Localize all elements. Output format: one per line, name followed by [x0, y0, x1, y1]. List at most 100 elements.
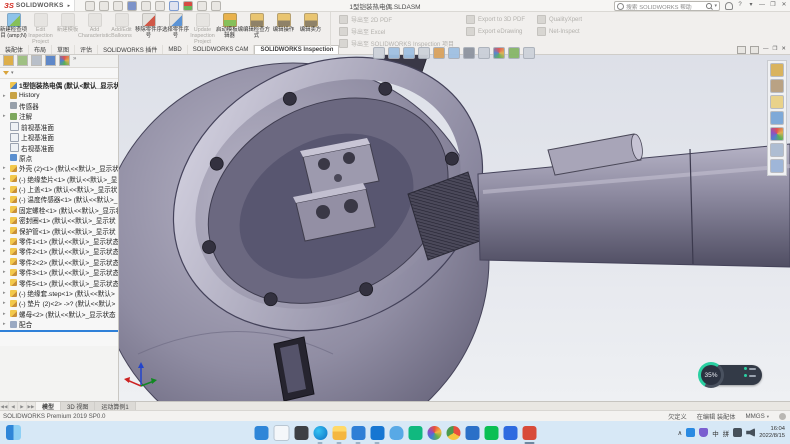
expand-arrow-icon[interactable]: ▸ [3, 280, 8, 286]
volume-icon[interactable] [746, 428, 755, 437]
select-cursor-icon[interactable] [169, 1, 179, 11]
search-taskbar-icon[interactable] [273, 425, 289, 441]
command-tab[interactable]: 草图 [52, 45, 75, 54]
solidworks-logo[interactable]: ЗS SOLIDWORKS ▸ [0, 0, 75, 11]
wechat-icon[interactable] [484, 426, 498, 440]
tree-item[interactable]: ▸(-) 温度传感器<1> (默认<<默认>_ [0, 194, 118, 204]
sheath-pipe[interactable] [478, 144, 790, 267]
edge-icon[interactable] [313, 426, 327, 440]
tree-item[interactable]: ▸密封圈<1> (默认<<默认>_显示状 [0, 215, 118, 225]
ime-language-icon[interactable]: 中 [712, 428, 719, 438]
featuremanager-design-tree-tab[interactable] [3, 55, 14, 66]
restore-button[interactable]: ❐ [769, 0, 777, 11]
start-icon[interactable] [254, 426, 268, 440]
search-icon[interactable] [706, 3, 712, 9]
hidden-icons-chevron[interactable]: ∧ [677, 429, 682, 437]
block-hole[interactable] [318, 158, 330, 170]
solidworks-resources-icon[interactable] [770, 63, 784, 77]
solidworks-taskbar-icon[interactable] [522, 426, 536, 440]
new-document-icon[interactable] [99, 1, 109, 11]
expand-arrow-icon[interactable]: ▸ [3, 228, 8, 234]
tree-item[interactable]: ▸配合 [0, 319, 118, 329]
doc-restore-button[interactable]: ❐ [772, 45, 777, 54]
new-window-icon[interactable] [737, 46, 746, 54]
configurationmanager-tab[interactable] [31, 55, 42, 66]
edit-methods-button[interactable]: 编辑检查方式 [243, 11, 270, 46]
task-view-icon[interactable] [294, 426, 308, 440]
expand-arrow-icon[interactable]: ▸ [3, 113, 8, 119]
graphics-viewport[interactable]: 35% [118, 54, 790, 402]
command-tab[interactable]: SOLIDWORKS CAM [188, 45, 255, 54]
propertymanager-tab[interactable] [17, 55, 28, 66]
expand-arrow-icon[interactable]: ▸ [3, 248, 8, 254]
tree-item[interactable]: ▸保护管<1> (默认<<默认>_显示状 [0, 225, 118, 235]
mail-icon[interactable] [351, 426, 365, 440]
displaymanager-tab[interactable] [59, 55, 70, 66]
zoom-area-icon[interactable] [403, 47, 415, 59]
expand-arrow-icon[interactable]: ▸ [3, 217, 8, 223]
chrome-icon[interactable] [446, 426, 460, 440]
edit-operations-button[interactable]: 编辑操作 [270, 11, 297, 46]
help-caret-icon[interactable]: ▾ [747, 0, 755, 11]
expand-arrow-icon[interactable]: ▸ [3, 196, 8, 202]
expand-arrow-icon[interactable]: ▸ [3, 186, 8, 192]
tree-item[interactable]: ▸注解 [0, 111, 118, 121]
tree-root-item[interactable]: 1型铠装热电偶 (默认<默认_显示状态-1> [0, 80, 118, 90]
doc-close-button[interactable]: ✕ [781, 45, 786, 54]
capcut-icon[interactable] [408, 426, 422, 440]
save-icon[interactable] [127, 1, 137, 11]
traffic-light-icon[interactable] [183, 1, 193, 11]
security-shield-icon[interactable] [699, 428, 708, 437]
ime-mode-icon[interactable]: 拼 [723, 428, 730, 438]
menu-expander-icon[interactable]: ▸ [68, 3, 71, 9]
apply-scene-icon[interactable] [508, 47, 520, 59]
command-tab[interactable]: 布局 [29, 45, 52, 54]
tab-overflow-chevron[interactable]: » [73, 56, 76, 65]
tree-splitter[interactable] [0, 330, 118, 332]
tree-item[interactable]: ▸零件2<2> (默认<<默认>_显示状态 [0, 257, 118, 267]
remove-balloon-button[interactable]: 移除零件序号 [135, 11, 162, 46]
command-tab[interactable]: SOLIDWORKS 插件 [98, 45, 163, 54]
onedrive-icon[interactable] [389, 426, 403, 440]
expand-arrow-icon[interactable]: ▸ [3, 165, 8, 171]
print-icon[interactable] [141, 1, 151, 11]
wps-icon[interactable] [503, 426, 517, 440]
record-toggle-camera[interactable] [744, 367, 756, 370]
onedrive-tray-icon[interactable] [686, 428, 695, 437]
solidworks-forum-icon[interactable] [770, 159, 784, 173]
custom-properties-icon[interactable] [770, 143, 784, 157]
display-style-icon[interactable] [463, 47, 475, 59]
tree-item[interactable]: 右视基准面 [0, 142, 118, 152]
microsoft-store-icon[interactable] [370, 426, 384, 440]
file-explorer-icon[interactable] [332, 426, 346, 440]
block-hole[interactable] [334, 174, 342, 182]
section-view-icon[interactable] [433, 47, 445, 59]
tree-item[interactable]: 前视基准面 [0, 122, 118, 132]
design-library-icon[interactable] [770, 79, 784, 93]
screen-record-widget[interactable]: 35% [698, 362, 762, 388]
block-hole[interactable] [343, 152, 355, 164]
expand-arrow-icon[interactable]: ▸ [3, 238, 8, 244]
filter-caret-icon[interactable]: ▾ [11, 70, 14, 76]
command-tab[interactable]: SOLIDWORKS Inspection [254, 45, 339, 54]
tree-filter[interactable]: ▾ [0, 68, 118, 79]
record-progress-ring[interactable]: 35% [698, 362, 724, 388]
command-tab[interactable]: MBD [163, 45, 187, 54]
taskbar-clock[interactable]: 16:04 2022/8/15 [759, 426, 785, 439]
view-palette-icon[interactable] [770, 111, 784, 125]
display-states-icon[interactable] [373, 47, 385, 59]
help-button[interactable]: ? [736, 0, 744, 11]
tree-item[interactable]: ▸螺母<2> (默认<<默认>_显示状态 [0, 309, 118, 319]
new-inspection-project-button[interactable]: 新建检查项目 (amp;N) [0, 11, 27, 46]
tree-item[interactable]: ▸(-) 绝缘套.step<1> (默认<<默认> [0, 288, 118, 298]
hide-show-items-icon[interactable] [478, 47, 490, 59]
expand-arrow-icon[interactable]: ▸ [3, 269, 8, 275]
close-button[interactable]: ✕ [780, 0, 788, 11]
block-hole[interactable] [344, 199, 358, 213]
tree-item[interactable]: 上视基准面 [0, 132, 118, 142]
zoom-fit-icon[interactable] [388, 47, 400, 59]
tree-item[interactable]: 原点 [0, 153, 118, 163]
expand-arrow-icon[interactable]: ▸ [3, 321, 8, 327]
tree-item[interactable]: ▸History [0, 90, 118, 100]
expand-arrow-icon[interactable]: ▸ [3, 176, 8, 182]
